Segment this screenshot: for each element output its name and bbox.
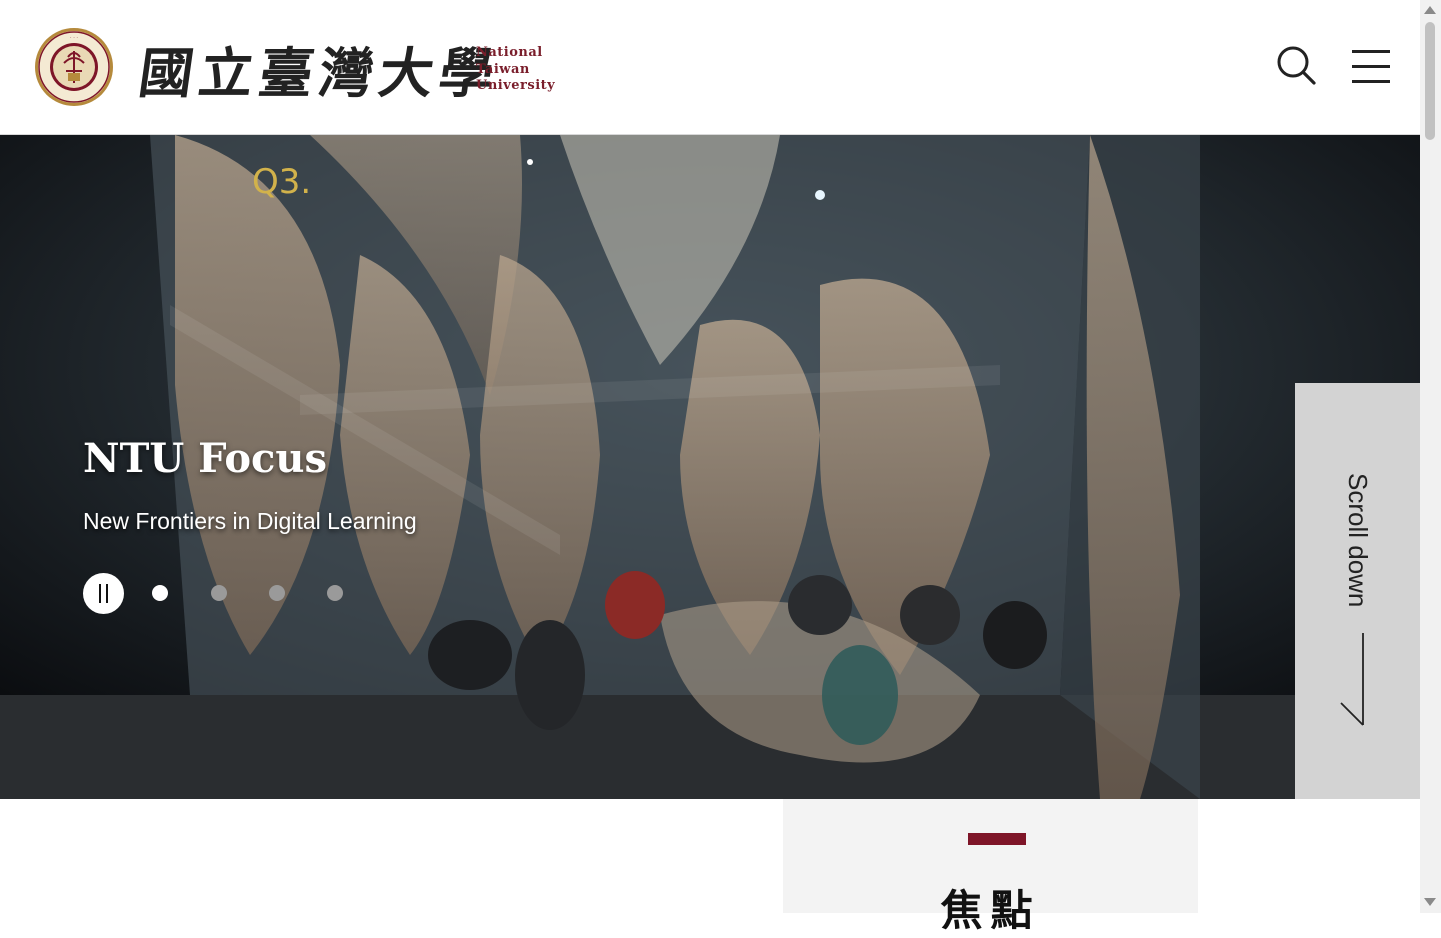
scroll-down-label-wrap: Scroll down [1343, 473, 1373, 633]
hero-carousel: Q3. NTU Focus New Frontiers in Digital L… [0, 135, 1420, 799]
section-accent-bar [968, 833, 1026, 845]
arrow-down-icon [1340, 633, 1364, 726]
menu-line [1352, 65, 1390, 68]
logo-char: 灣 [314, 40, 382, 105]
scroll-down-button[interactable]: Scroll down [1295, 383, 1420, 799]
hero-title[interactable]: NTU Focus [83, 435, 327, 482]
carousel-dot-1[interactable] [152, 585, 168, 601]
focus-section-card: 焦點 [783, 799, 1198, 935]
carousel-dot-3[interactable] [269, 585, 285, 601]
site-header: · · · 國 立 臺 灣 大 學 National Taiwan Univer… [0, 0, 1420, 135]
scroll-up-arrow-icon[interactable] [1424, 6, 1436, 14]
scrollbar-thumb[interactable] [1425, 22, 1435, 140]
scroll-down-arrow-icon[interactable] [1424, 898, 1436, 906]
logo-char: 國 [134, 40, 202, 105]
university-name-english[interactable]: National Taiwan University [476, 45, 555, 95]
logo-char: 臺 [254, 40, 322, 105]
menu-line [1352, 80, 1390, 83]
menu-line [1352, 50, 1390, 53]
focus-section-heading: 焦點 [940, 886, 1041, 935]
logo-char: 立 [194, 40, 262, 105]
page-scrollbar[interactable] [1420, 0, 1441, 913]
logo-english-line: University [476, 78, 556, 93]
university-seal-logo[interactable]: · · · [34, 27, 114, 107]
exhibit-sign-text: Q3. [252, 162, 311, 202]
scroll-down-label: Scroll down [1343, 473, 1373, 608]
carousel-pause-button[interactable] [83, 573, 124, 614]
search-icon[interactable] [1275, 44, 1317, 86]
logo-english-line: National [476, 45, 543, 60]
carousel-dot-2[interactable] [211, 585, 227, 601]
carousel-dot-4[interactable] [327, 585, 343, 601]
logo-english-line: Taiwan [476, 61, 530, 77]
university-name-chinese[interactable]: 國 立 臺 灣 大 學 [135, 34, 502, 105]
hero-subtitle[interactable]: New Frontiers in Digital Learning [83, 508, 417, 535]
svg-text:· · ·: · · · [70, 35, 78, 41]
hamburger-menu-icon[interactable] [1352, 50, 1390, 84]
logo-char: 大 [374, 40, 442, 105]
